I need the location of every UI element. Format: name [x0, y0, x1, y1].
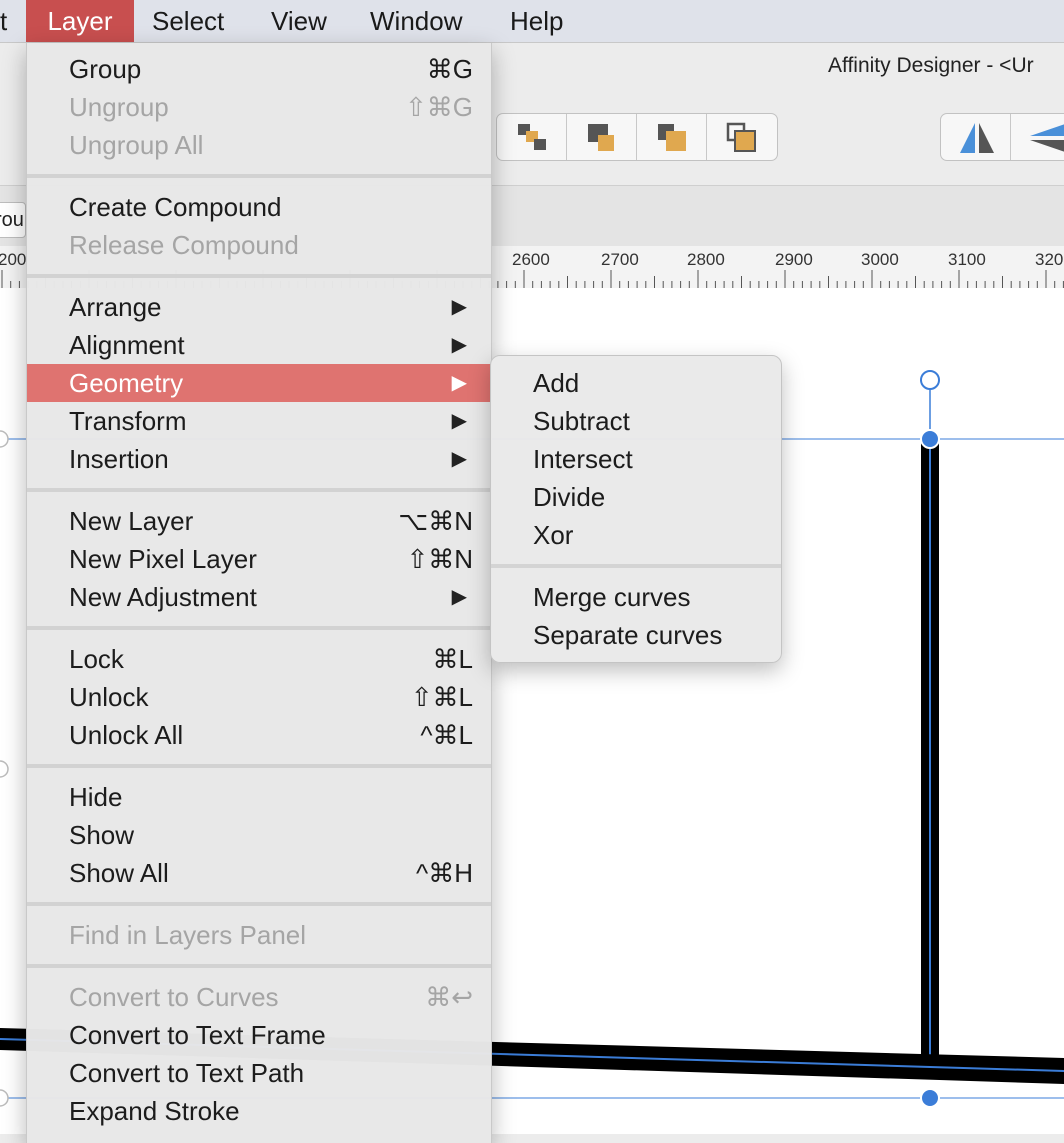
submenu-item-subtract[interactable]: Subtract: [491, 402, 781, 440]
rotation-handle: [920, 370, 940, 390]
ruler-label: 2600: [512, 250, 550, 269]
submenu-arrow-icon: ▶: [451, 410, 467, 432]
menu-separator: [27, 626, 491, 630]
ruler-label: 3000: [861, 250, 899, 269]
selection-node: [920, 1088, 940, 1108]
menu-item-expand-stroke[interactable]: Expand Stroke: [27, 1092, 491, 1130]
submenu-arrow-icon: ▶: [451, 372, 467, 394]
flip-vertical-button[interactable]: [1011, 114, 1064, 160]
submenu-arrow-icon: ▶: [451, 296, 467, 318]
menu-item-new-layer[interactable]: New Layer ⌥⌘N: [27, 502, 491, 540]
menu-item-ungroup-all[interactable]: Ungroup All: [27, 126, 491, 164]
submenu-item-separate-curves[interactable]: Separate curves: [491, 616, 781, 654]
move-to-back-button[interactable]: [497, 114, 567, 160]
menu-select[interactable]: Select: [152, 0, 224, 42]
flip-button-group: [940, 113, 1064, 161]
menu-separator: [27, 902, 491, 906]
flip-vertical-icon: [1030, 124, 1064, 152]
move-to-front-icon: [726, 122, 756, 152]
menu-separator: [27, 274, 491, 278]
menu-separator: [27, 174, 491, 178]
flip-horizontal-icon: [960, 123, 994, 153]
menu-item-convert-to-text-path[interactable]: Convert to Text Path: [27, 1054, 491, 1092]
flip-horizontal-button[interactable]: [941, 114, 1011, 160]
menu-item-hide[interactable]: Hide: [27, 778, 491, 816]
ruler-label: 3100: [948, 250, 986, 269]
menu-item-new-pixel-layer[interactable]: New Pixel Layer ⇧⌘N: [27, 540, 491, 578]
menu-separator: [27, 964, 491, 968]
submenu-item-add[interactable]: Add: [491, 364, 781, 402]
arrange-button-group: [496, 113, 778, 161]
menu-item-arrange[interactable]: Arrange ▶: [27, 288, 491, 326]
submenu-item-merge-curves[interactable]: Merge curves: [491, 578, 781, 616]
ruler-label: 2800: [687, 250, 725, 269]
context-field[interactable]: rou: [0, 202, 26, 238]
menu-bar: t Layer Select View Window Help: [0, 0, 1064, 43]
ruler-label: 320: [1035, 250, 1064, 269]
move-forward-one-button[interactable]: [637, 114, 707, 160]
menu-item-show[interactable]: Show: [27, 816, 491, 854]
menu-item-unlock-all[interactable]: Unlock All ^⌘L: [27, 716, 491, 754]
move-back-one-button[interactable]: [567, 114, 637, 160]
menu-item-lock[interactable]: Lock ⌘L: [27, 640, 491, 678]
move-forward-one-icon: [658, 124, 686, 151]
ruler-label: 200: [0, 250, 27, 269]
menu-window[interactable]: Window: [370, 0, 462, 42]
menu-item-convert-to-text-frame[interactable]: Convert to Text Frame: [27, 1016, 491, 1054]
submenu-item-xor[interactable]: Xor: [491, 516, 781, 554]
menu-help[interactable]: Help: [510, 0, 563, 42]
window-title: Affinity Designer - <Ur: [828, 54, 1034, 77]
menu-item-geometry[interactable]: Geometry ▶: [27, 364, 491, 402]
menu-item-create-compound[interactable]: Create Compound: [27, 188, 491, 226]
menu-layer[interactable]: Layer: [26, 0, 134, 42]
move-to-front-button[interactable]: [707, 114, 777, 160]
menu-separator: [27, 488, 491, 492]
submenu-arrow-icon: ▶: [451, 586, 467, 608]
menu-item-insertion[interactable]: Insertion ▶: [27, 440, 491, 478]
selection-node-left: [0, 760, 9, 778]
geometry-submenu: Add Subtract Intersect Divide Xor Merge …: [490, 355, 782, 663]
menu-item-unlock[interactable]: Unlock ⇧⌘L: [27, 678, 491, 716]
menu-separator: [491, 564, 781, 568]
menu-item-new-adjustment[interactable]: New Adjustment ▶: [27, 578, 491, 616]
move-to-back-icon: [518, 124, 546, 150]
submenu-arrow-icon: ▶: [451, 448, 467, 470]
submenu-item-intersect[interactable]: Intersect: [491, 440, 781, 478]
menu-item-group[interactable]: Group ⌘G: [27, 50, 491, 88]
selection-node: [920, 429, 940, 449]
menu-item-show-all[interactable]: Show All ^⌘H: [27, 854, 491, 892]
menu-item-release-compound[interactable]: Release Compound: [27, 226, 491, 264]
menu-item-find-in-layers-panel[interactable]: Find in Layers Panel: [27, 916, 491, 954]
submenu-item-divide[interactable]: Divide: [491, 478, 781, 516]
ruler-label: 2700: [601, 250, 639, 269]
menu-item-alignment[interactable]: Alignment ▶: [27, 326, 491, 364]
menu-item-convert-to-curves[interactable]: Convert to Curves ⌘↩: [27, 978, 491, 1016]
selection-node-left: [0, 1089, 9, 1107]
move-back-one-icon: [588, 124, 614, 151]
menu-edit-partial[interactable]: t: [0, 0, 14, 42]
menu-item-ungroup[interactable]: Ungroup ⇧⌘G: [27, 88, 491, 126]
layer-menu: Group ⌘G Ungroup ⇧⌘G Ungroup All Create Co…: [26, 43, 492, 1143]
submenu-arrow-icon: ▶: [451, 334, 467, 356]
selection-node-left: [0, 430, 9, 448]
menu-view[interactable]: View: [271, 0, 327, 42]
ruler-label: 2900: [775, 250, 813, 269]
menu-item-transform[interactable]: Transform ▶: [27, 402, 491, 440]
menu-separator: [27, 764, 491, 768]
